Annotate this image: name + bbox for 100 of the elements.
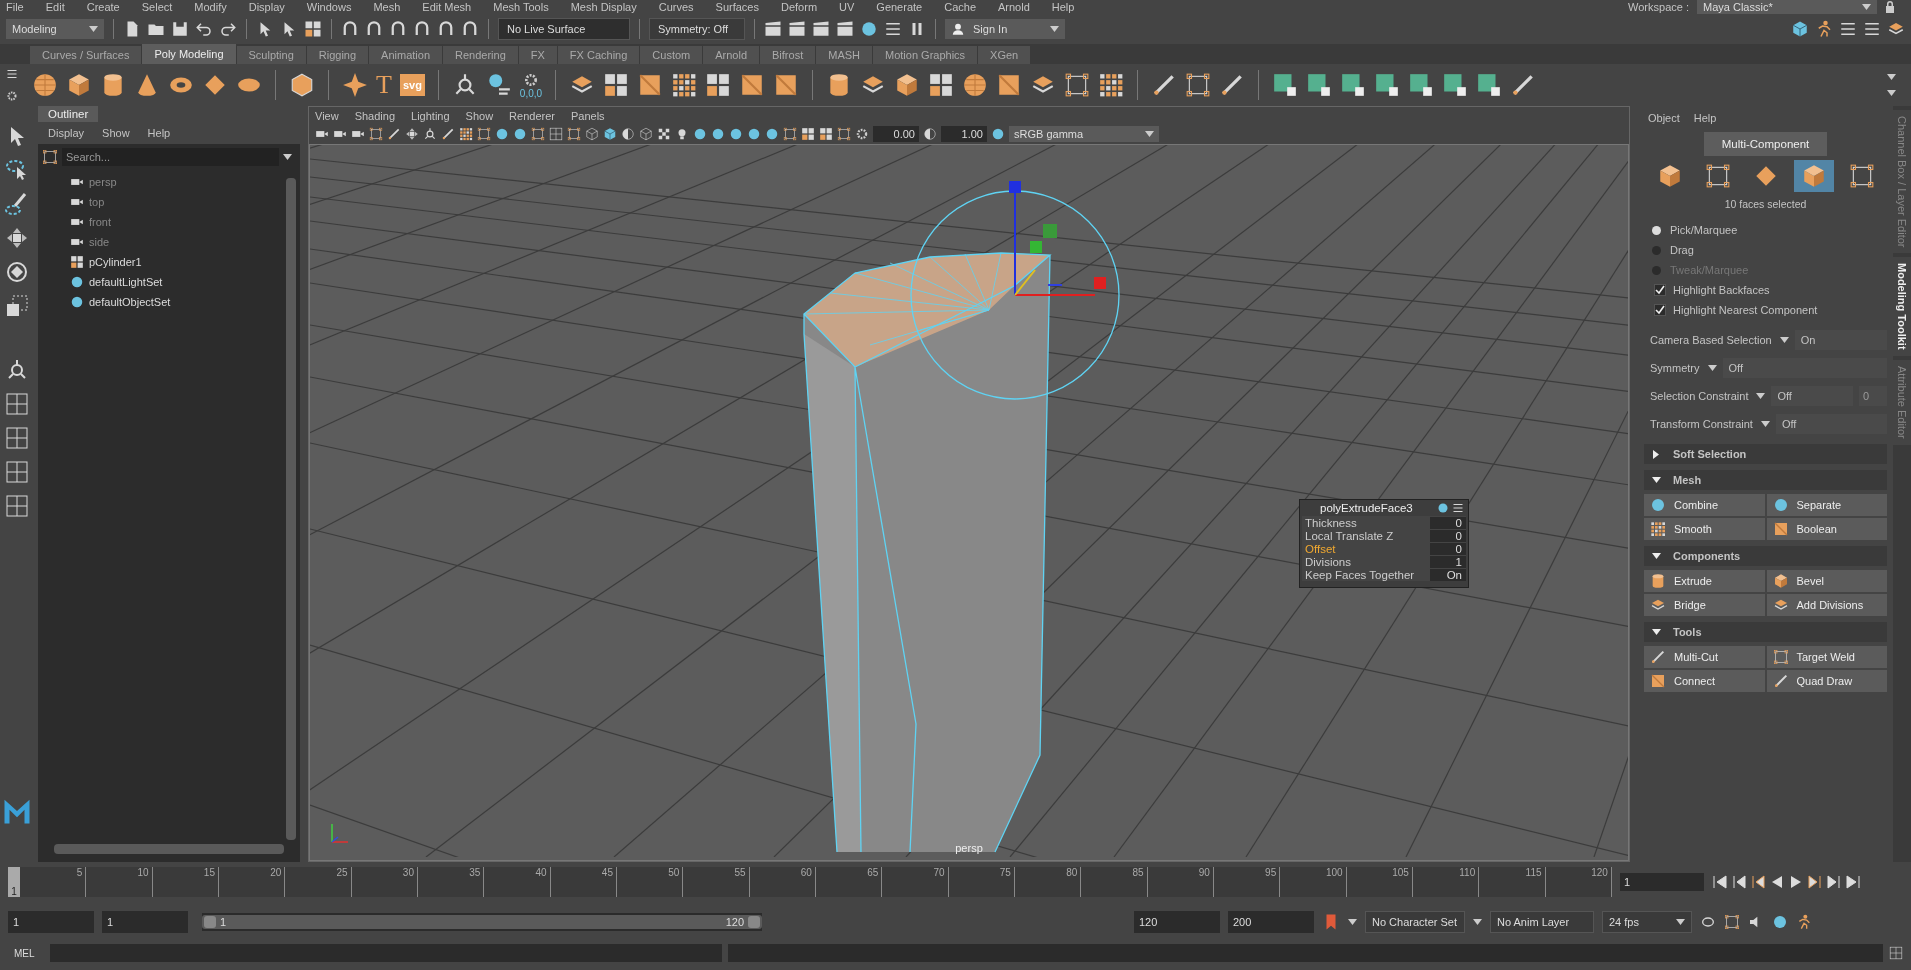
outliner-item[interactable]: top [89,196,105,208]
shelf-tab[interactable]: Rigging [306,46,369,64]
magnet-icon[interactable] [341,20,359,38]
menu-item[interactable]: View [315,109,339,122]
scrollbar[interactable] [286,178,296,840]
cube-icon[interactable] [66,72,92,98]
outliner-item[interactable]: front [89,216,111,228]
grid-icon[interactable] [671,72,698,98]
outliner-item[interactable]: side [89,236,110,248]
shelf-tab[interactable]: Rendering [443,46,518,64]
menu-item[interactable]: Object [1648,112,1680,124]
squares-icon[interactable] [819,127,833,141]
menu-item[interactable]: Help [147,127,171,139]
menu-item[interactable]: Display [248,1,285,13]
menu-item[interactable]: Shading [354,109,396,122]
clapper-icon[interactable] [812,20,830,38]
menu-item[interactable]: Select [141,1,173,13]
shelf-tab[interactable]: Bifrost [760,46,816,64]
outliner-item[interactable]: defaultLightSet [89,276,163,288]
current-frame-field[interactable]: 1 [1620,873,1704,891]
sphere-icon[interactable] [513,127,527,141]
attribute-value-field[interactable]: On [1430,568,1466,581]
sphere-icon[interactable] [729,127,743,141]
sphere-icon[interactable] [991,127,1005,141]
squares-icon[interactable] [705,72,732,98]
tool-button[interactable]: Extrude [1644,570,1765,592]
menu-item[interactable]: Modify [194,1,227,13]
magnet-icon[interactable] [365,20,383,38]
tool-button[interactable]: Connect [1644,670,1765,692]
setting-dropdown[interactable]: Selection Constraint [1650,390,1766,402]
layout-icon[interactable] [5,426,29,450]
radio-button[interactable] [1652,225,1661,235]
live-surface-field[interactable]: No Live Surface [498,18,630,40]
shelf-tab[interactable]: Animation [369,46,442,64]
attribute-value-field[interactable]: 0 [1430,542,1466,555]
shelf-tab[interactable]: Motion Graphics [873,46,978,64]
frame-icon[interactable] [1185,72,1212,98]
animation-start-field[interactable]: 1 [8,911,94,933]
time-slider[interactable]: 1 5 10 15 20 25 30 35 40 45 50 55 60 65 70 75 80 85 90 95 100 105 110 115 120 [8,867,1612,897]
grid-icon[interactable] [459,127,473,141]
checker-icon[interactable] [657,127,671,141]
animation-end-field[interactable]: 200 [1228,911,1314,933]
outliner-item[interactable]: persp [89,176,117,188]
sphere-icon[interactable] [747,127,761,141]
sphere-icon[interactable] [860,20,878,38]
squares-icon[interactable] [603,72,630,98]
star-icon[interactable] [342,72,368,98]
polyhedron-icon[interactable] [289,72,315,98]
squares-icon[interactable] [801,127,815,141]
tool-button[interactable]: Separate [1766,494,1887,516]
magnet-icon[interactable] [413,20,431,38]
shelf-tab[interactable]: XGen [978,46,1031,64]
outliner-tab[interactable]: Outliner [38,106,99,122]
menu-item[interactable]: Lighting [411,109,450,122]
checkbox[interactable] [1654,284,1666,296]
go-to-end-icon[interactable] [1845,875,1861,889]
menu-item[interactable]: Edit Mesh [422,1,472,13]
range-slider[interactable]: 1 120 [202,915,762,929]
gamma-field[interactable]: 1.00 [941,126,987,142]
menu-item[interactable]: Create [86,1,120,13]
outliner-item[interactable]: defaultObjectSet [89,296,171,308]
workspace-dropdown[interactable]: Maya Classic* [1697,0,1877,14]
sphere-icon[interactable] [495,127,509,141]
tool-button[interactable]: Smooth [1644,518,1765,540]
command-language-label[interactable]: MEL [14,947,44,959]
frame-icon[interactable] [783,127,797,141]
sphere-icon[interactable] [962,72,989,98]
layout-icon[interactable] [5,494,29,518]
move-icon[interactable] [405,127,419,141]
shelf-tab[interactable]: FX Caching [557,46,640,64]
command-input-field[interactable] [50,944,722,962]
cylinder-mesh-drawing[interactable] [803,252,1052,853]
sign-in-dropdown[interactable]: Sign In [945,19,1065,39]
setting-dropdown[interactable]: Camera Based Selection [1650,334,1789,346]
menu-item[interactable]: Edit [45,1,65,13]
layout-icon[interactable] [1889,946,1903,960]
setting-dropdown[interactable]: Transform Constraint [1650,418,1770,430]
sphere-icon[interactable] [765,127,779,141]
shape-icon[interactable] [1306,72,1333,98]
color-space-dropdown[interactable]: sRGB gamma [1009,126,1159,142]
type-tool-button[interactable]: T [376,70,392,100]
mode-dropdown[interactable]: Modeling [6,19,104,39]
half-circle-icon[interactable] [923,127,937,141]
shelf-tab[interactable]: Curves / Surfaces [30,46,142,64]
list-icon[interactable] [884,20,902,38]
magnet-icon[interactable] [461,20,479,38]
menu-item[interactable]: Cache [944,1,976,13]
knife-icon[interactable] [387,127,401,141]
tool-button[interactable]: Quad Draw [1766,670,1887,692]
setting-dropdown[interactable]: Symmetry [1650,362,1717,374]
layout-icon[interactable] [5,392,29,416]
section-header[interactable]: Components [1644,546,1887,566]
section-header[interactable]: Tools [1644,622,1887,642]
shape-icon[interactable] [1476,72,1503,98]
menu-item[interactable]: Windows [306,1,352,13]
knife-icon[interactable] [441,127,455,141]
exposure-field[interactable]: 0.00 [873,126,919,142]
squares-icon[interactable] [928,72,955,98]
menu-item[interactable]: Surfaces [715,1,759,13]
attribute-value-field[interactable]: 1 [1430,555,1466,568]
